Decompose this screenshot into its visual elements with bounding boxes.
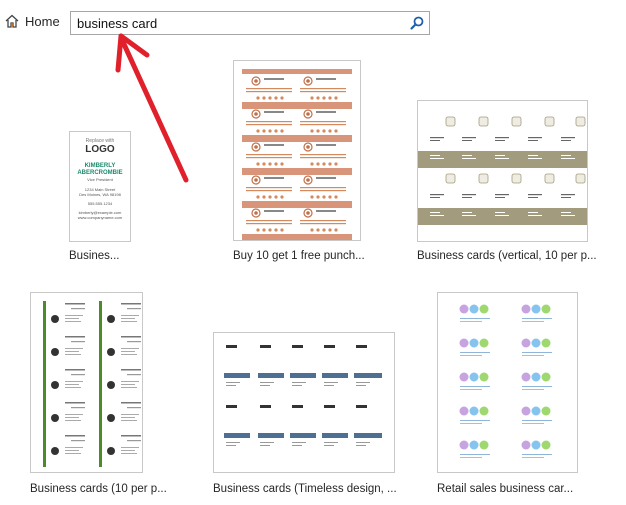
template-label: Business cards (vertical, 10 per p... bbox=[417, 250, 597, 262]
template-label: Busines... bbox=[69, 250, 120, 262]
home-icon bbox=[5, 14, 19, 28]
search-input[interactable] bbox=[77, 14, 397, 32]
thumb-name-first: KIMBERLY bbox=[84, 163, 116, 169]
template-label: Business cards (Timeless design, ... bbox=[213, 483, 397, 495]
template-thumbnail bbox=[213, 332, 395, 473]
thumb-web: www.companyname.com bbox=[77, 215, 123, 220]
template-thumbnail bbox=[233, 60, 361, 241]
template-thumbnail bbox=[30, 292, 143, 473]
template-label: Buy 10 get 1 free punch... bbox=[233, 250, 365, 262]
template-label: Retail sales business car... bbox=[437, 483, 574, 495]
timeless-cards-preview bbox=[224, 345, 382, 446]
template-thumbnail: Replace with LOGO KIMBERLY ABERCROMBIE V… bbox=[69, 131, 131, 242]
template-thumbnail bbox=[437, 292, 578, 473]
thumb-name-last: ABERCROMBIE bbox=[77, 170, 123, 176]
retail-cards-preview bbox=[459, 304, 552, 458]
home-label: Home bbox=[25, 13, 60, 29]
punch-card-preview bbox=[241, 69, 353, 240]
template-label: Business cards (10 per p... bbox=[30, 483, 167, 495]
search-box bbox=[70, 11, 430, 35]
green-cards-preview bbox=[43, 301, 141, 467]
search-icon[interactable] bbox=[409, 15, 425, 36]
thumb-logo-text: LOGO bbox=[85, 144, 115, 155]
home-button[interactable]: Home bbox=[4, 13, 60, 29]
vertical-cards-preview bbox=[418, 116, 587, 226]
template-thumbnail bbox=[417, 100, 588, 242]
